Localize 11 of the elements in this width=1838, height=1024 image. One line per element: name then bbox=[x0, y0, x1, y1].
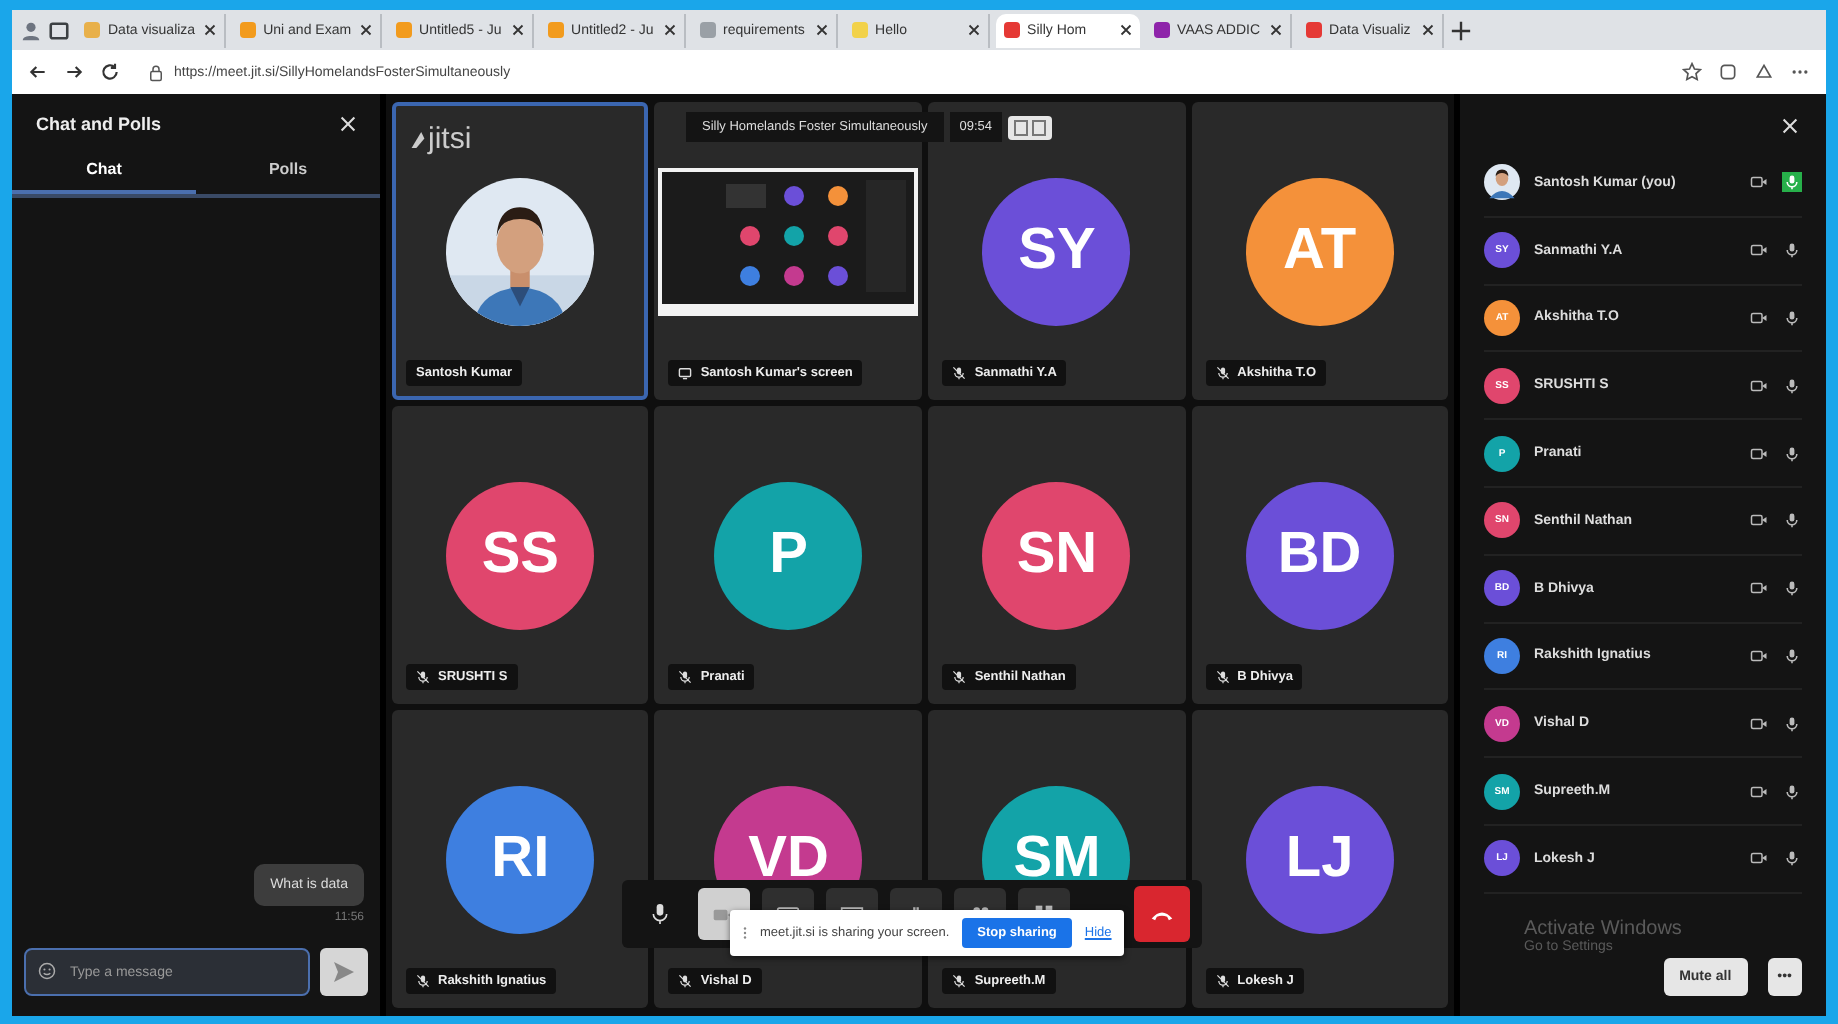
avatar: LJ bbox=[1245, 785, 1394, 933]
avatar: SN bbox=[982, 481, 1131, 629]
avatar: BD bbox=[1245, 481, 1394, 629]
avatar: AT bbox=[1245, 177, 1394, 325]
logo: jitsi bbox=[410, 122, 472, 156]
avatar: SS bbox=[446, 481, 595, 629]
avatar: P bbox=[714, 481, 863, 629]
avatar: RI bbox=[446, 785, 595, 933]
activation-notice-title: Activate Windows bbox=[1524, 918, 1684, 940]
avatar: SY bbox=[982, 177, 1131, 325]
panel-title: Chat and Polls bbox=[36, 114, 162, 134]
